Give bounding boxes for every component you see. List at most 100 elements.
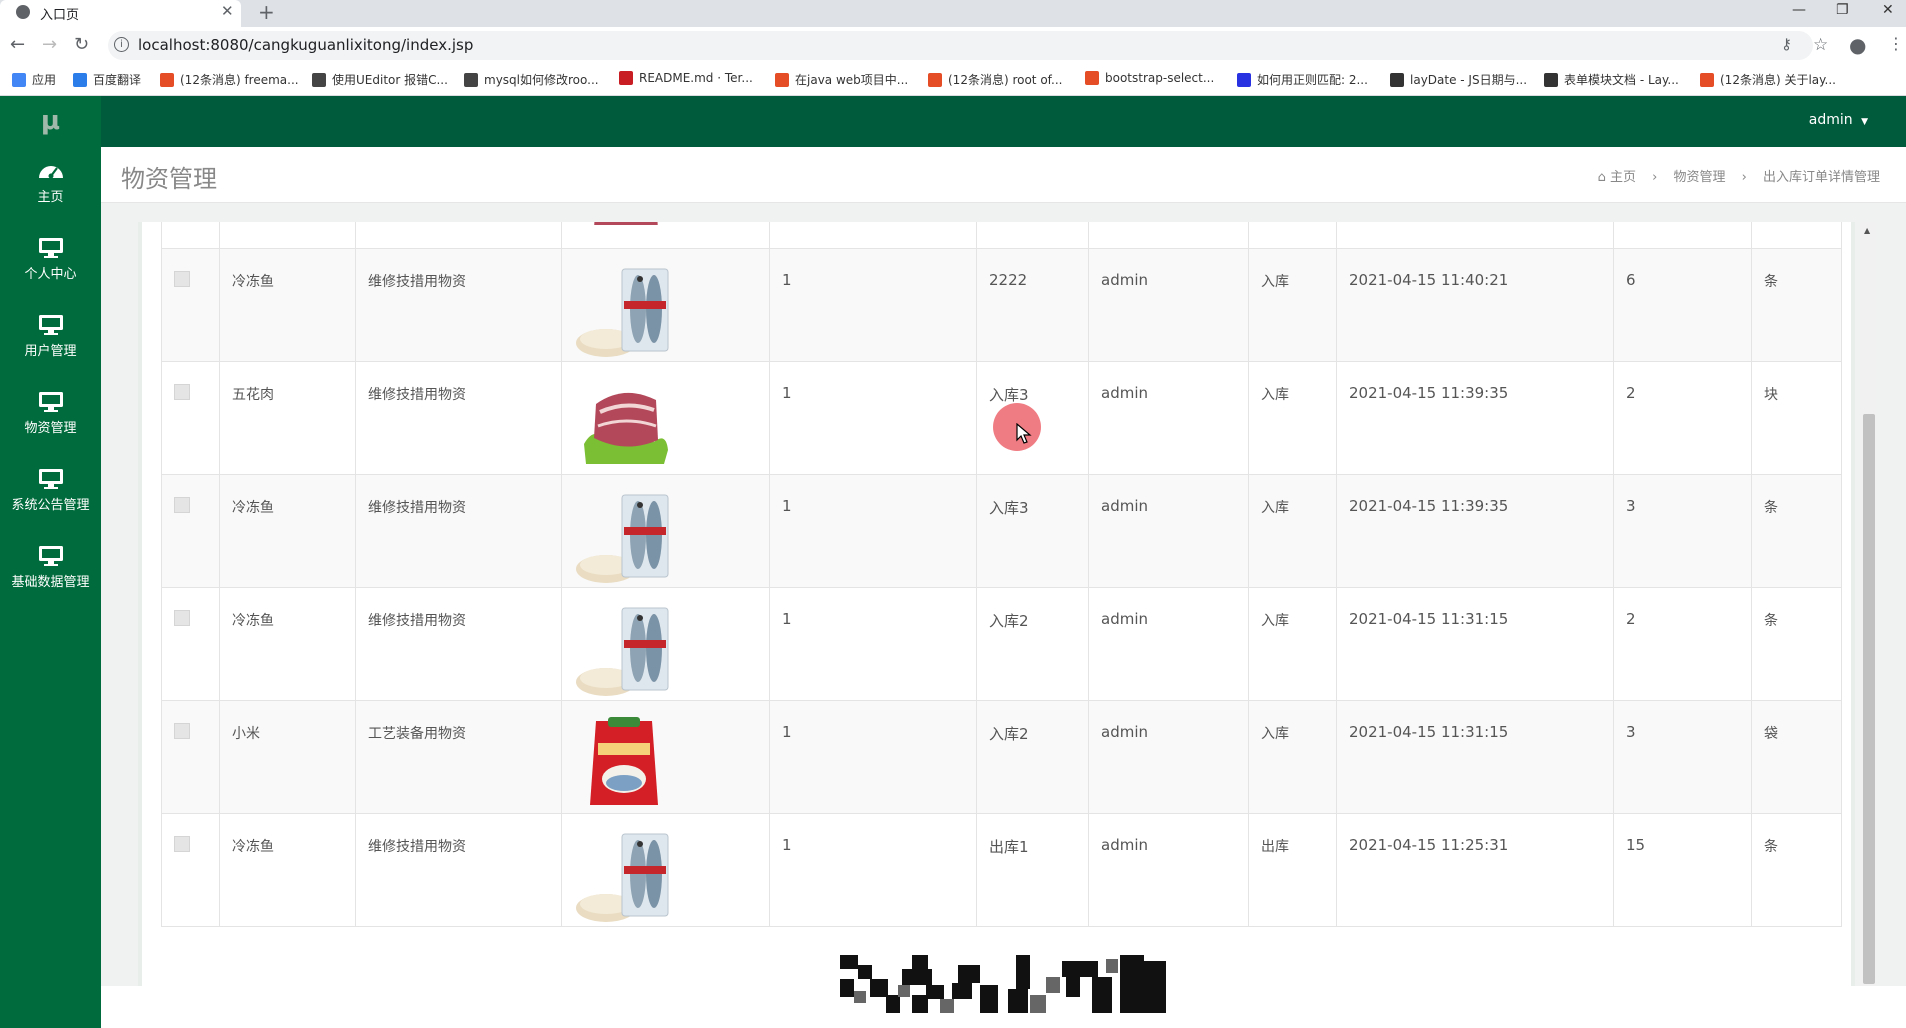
bookmark-item[interactable]: 使用UEditor 报错C... xyxy=(312,71,448,88)
reload-icon[interactable]: ↻ xyxy=(74,34,89,55)
cell-io-type: 入库 xyxy=(1248,700,1337,814)
cell-name: 冷冻鱼 xyxy=(219,587,356,701)
table-row[interactable]: 小米 工艺装备用物资 1 入库2 admin 入库 2021-04-15 11:31:15 3… xyxy=(161,700,1842,814)
cell-type: 维修技措用物资 xyxy=(355,361,562,475)
cell-count: 2 xyxy=(1613,587,1752,701)
row-checkbox[interactable] xyxy=(174,271,190,287)
image-cell xyxy=(561,474,770,588)
user-menu[interactable]: admin ▼ xyxy=(1809,112,1868,128)
table-row[interactable]: 冷冻鱼 维修技措用物资 1 2222 admin 入库 2021-04-15 11:40:2… xyxy=(161,248,1842,362)
cell-type: 维修技措用物资 xyxy=(355,813,562,927)
cell-count: 3 xyxy=(1613,700,1752,814)
cell-count: 3 xyxy=(1613,474,1752,588)
monitor-icon xyxy=(37,314,65,336)
bookmark-item[interactable]: 应用 xyxy=(12,71,56,88)
sidebar-item[interactable]: 基础数据管理 xyxy=(0,533,101,609)
close-tab-icon[interactable]: ✕ xyxy=(221,2,234,20)
bookmark-item[interactable]: (12条消息) root of... xyxy=(928,71,1062,88)
sidebar-item[interactable]: 个人中心 xyxy=(0,225,101,301)
info-icon[interactable]: i xyxy=(114,37,129,52)
bookmark-favicon-icon xyxy=(619,71,633,85)
bookmark-item[interactable]: 百度翻译 xyxy=(73,71,141,88)
sidebar-item[interactable]: 系统公告管理 xyxy=(0,456,101,532)
profile-icon[interactable]: ● xyxy=(1849,33,1866,57)
more-menu-icon[interactable]: ⋮ xyxy=(1888,34,1904,53)
bookmark-favicon-icon xyxy=(464,72,478,87)
bookmark-label: 表单模块文档 - Lay... xyxy=(1564,73,1679,87)
user-name: admin xyxy=(1808,112,1853,128)
tab-title: 入口页 xyxy=(40,8,80,23)
restore-icon[interactable]: ❐ xyxy=(1836,2,1849,18)
scroll-up-icon[interactable]: ▲ xyxy=(1864,226,1870,235)
forward-icon[interactable]: → xyxy=(42,34,57,55)
table-row[interactable]: 冷冻鱼 维修技措用物资 1 入库3 admin 入库 2021-04-15 11:39:35… xyxy=(161,474,1842,588)
cell-qty: 1 xyxy=(769,587,977,701)
order-detail-table: 冷冻鱼 维修技措用物资 1 2222 admin 入库 2021-04-15 11:40:2… xyxy=(161,222,1842,927)
breadcrumb-current: 出入库订单详情管理 xyxy=(1762,170,1880,185)
bookmark-label: (12条消息) 关于lay... xyxy=(1720,73,1836,87)
bookmark-item[interactable]: mysql如何修改roo... xyxy=(464,71,599,88)
cell-io-type: 入库 xyxy=(1248,474,1337,588)
cell-unit: 条 xyxy=(1751,587,1842,701)
bookmark-item[interactable]: 在java web项目中... xyxy=(775,71,908,88)
bookmark-item[interactable]: README.md · Ter... xyxy=(619,71,753,85)
cell-time: 2021-04-15 11:31:15 xyxy=(1336,700,1614,814)
row-checkbox[interactable] xyxy=(174,723,190,739)
fish-image xyxy=(574,487,674,587)
breadcrumb-home[interactable]: 主页 xyxy=(1610,170,1636,185)
sidebar-item-label: 个人中心 xyxy=(24,267,77,282)
row-checkbox[interactable] xyxy=(174,384,190,400)
image-cell xyxy=(561,222,770,249)
bookmark-favicon-icon xyxy=(1390,72,1404,87)
bookmark-label: 应用 xyxy=(32,73,57,87)
url-text[interactable]: localhost:8080/cangkuguanlixitong/index.… xyxy=(138,36,473,54)
mouse-cursor-icon xyxy=(1016,423,1032,444)
bookmark-item[interactable]: bootstrap-select... xyxy=(1085,71,1214,85)
sidebar-item[interactable]: 用户管理 xyxy=(0,302,101,378)
pork-image xyxy=(574,374,674,474)
page-title: 物资管理 xyxy=(121,165,217,193)
star-icon[interactable]: ☆ xyxy=(1813,35,1828,55)
cell-unit: 条 xyxy=(1751,474,1842,588)
image-cell xyxy=(561,587,770,701)
bookmark-item[interactable]: (12条消息) 关于lay... xyxy=(1700,71,1836,88)
bookmark-label: 如何用正则匹配: 2... xyxy=(1257,73,1368,87)
row-checkbox[interactable] xyxy=(174,497,190,513)
home-icon: ⌂ xyxy=(1597,170,1606,185)
bookmark-favicon-icon xyxy=(775,72,789,87)
table-row[interactable]: 冷冻鱼 维修技措用物资 1 入库2 admin 入库 2021-04-15 11:31:15… xyxy=(161,587,1842,701)
bookmark-item[interactable]: 如何用正则匹配: 2... xyxy=(1237,71,1368,88)
cell-count: 2 xyxy=(1613,361,1752,475)
new-tab-icon[interactable]: + xyxy=(258,0,275,24)
browser-tab[interactable]: 入口页 ✕ xyxy=(0,0,241,27)
scroll-thumb[interactable] xyxy=(1863,414,1875,984)
breadcrumb-materials[interactable]: 物资管理 xyxy=(1673,170,1725,185)
close-window-icon[interactable]: ✕ xyxy=(1882,2,1894,18)
cell-io-type: 出库 xyxy=(1248,813,1337,927)
sidebar-item[interactable]: 主页 xyxy=(0,148,101,224)
fish-image xyxy=(574,261,674,361)
cell-type: 维修技措用物资 xyxy=(355,248,562,362)
key-icon[interactable]: ⚷ xyxy=(1781,35,1792,53)
cell-name: 冷冻鱼 xyxy=(219,813,356,927)
cell-time: 2021-04-15 11:39:35 xyxy=(1336,361,1614,475)
bookmark-item[interactable]: layDate - JS日期与... xyxy=(1390,71,1527,88)
row-checkbox[interactable] xyxy=(174,610,190,626)
minimize-icon[interactable]: — xyxy=(1792,2,1806,18)
cell-type xyxy=(355,222,562,249)
sidebar-item[interactable]: 物资管理 xyxy=(0,379,101,455)
globe-icon xyxy=(16,5,30,19)
row-checkbox[interactable] xyxy=(174,836,190,852)
back-icon[interactable]: ← xyxy=(10,34,25,55)
cell-time: 2021-04-15 11:40:21 xyxy=(1336,248,1614,362)
cell-type: 维修技措用物资 xyxy=(355,474,562,588)
checkbox-cell xyxy=(161,222,220,249)
monitor-icon xyxy=(37,468,65,490)
bookmark-item[interactable]: (12条消息) freema... xyxy=(160,71,299,88)
table-row[interactable]: 冷冻鱼 维修技措用物资 1 出库1 admin 出库 2021-04-15 11:25:31… xyxy=(161,813,1842,927)
bookmark-label: README.md · Ter... xyxy=(639,71,753,85)
cell-operator: admin xyxy=(1088,587,1249,701)
image-cell xyxy=(561,248,770,362)
table-row[interactable] xyxy=(161,222,1842,249)
bookmark-item[interactable]: 表单模块文档 - Lay... xyxy=(1544,71,1679,88)
